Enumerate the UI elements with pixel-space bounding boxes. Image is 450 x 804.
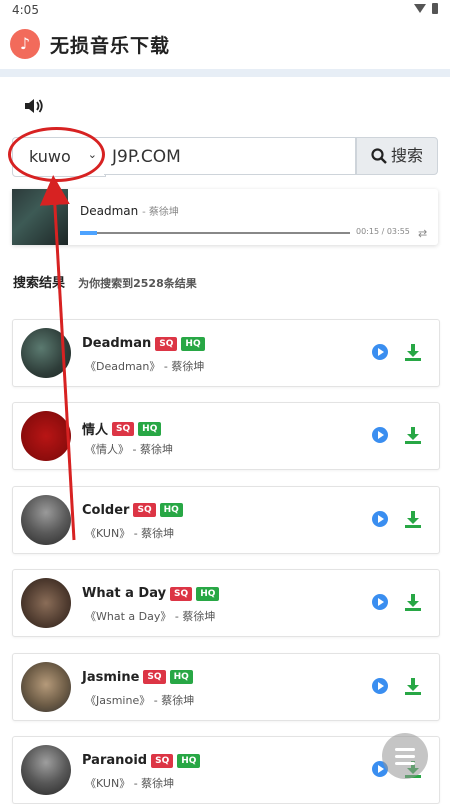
repeat-icon[interactable]: ⇄	[418, 227, 427, 240]
sq-badge[interactable]: SQ	[112, 421, 135, 436]
player-progress-bar[interactable]	[80, 231, 350, 235]
search-button[interactable]: 搜索	[356, 137, 438, 175]
song-title: Deadman	[82, 336, 152, 351]
song-card[interactable]: 情人 SQ HQ 《情人》 - 蔡徐坤	[12, 402, 440, 471]
status-bar: 4:05	[0, 0, 450, 22]
song-meta: 《Deadman》 - 蔡徐坤	[85, 360, 205, 373]
wifi-icon	[414, 4, 426, 13]
play-icon[interactable]	[372, 344, 388, 360]
floating-menu-button[interactable]	[382, 733, 428, 779]
download-icon[interactable]	[403, 342, 423, 362]
player-cover-art	[12, 189, 68, 245]
song-card[interactable]: Deadman SQ HQ 《Deadman》 - 蔡徐坤	[12, 319, 440, 387]
chevron-down-icon: ⌄	[87, 148, 97, 161]
sq-badge[interactable]: SQ	[170, 586, 193, 601]
song-meta: 《What a Day》 - 蔡徐坤	[85, 610, 216, 624]
results-title: 搜索结果	[13, 276, 66, 291]
album-cover	[21, 328, 71, 378]
play-icon[interactable]	[372, 594, 388, 611]
sq-badge[interactable]: SQ	[133, 503, 156, 518]
song-title-row: Deadman SQ HQ	[82, 336, 205, 351]
play-icon[interactable]	[372, 510, 388, 527]
song-title: 情人	[82, 423, 109, 439]
player-artist: 蔡徐坤	[148, 207, 179, 218]
volume-icon[interactable]	[24, 98, 44, 114]
album-cover	[21, 494, 71, 545]
header-divider	[0, 69, 450, 77]
song-title: Paranoid	[82, 753, 148, 768]
song-title-row: 情人 SQ HQ	[82, 419, 162, 439]
search-bar: kuwo ⌄ J9P.COM 搜索	[12, 137, 438, 177]
album-cover	[21, 411, 71, 462]
play-icon[interactable]	[372, 677, 388, 694]
music-note-icon: ♪	[10, 29, 40, 59]
hq-badge[interactable]: HQ	[159, 503, 183, 518]
app-title: 无损音乐下载	[50, 35, 171, 57]
player-track: Deadman - 蔡徐坤	[80, 204, 179, 218]
source-select[interactable]: kuwo ⌄	[12, 137, 106, 177]
download-icon[interactable]	[403, 592, 423, 612]
song-card[interactable]: What a Day SQ HQ 《What a Day》 - 蔡徐坤	[12, 569, 440, 638]
album-cover	[21, 578, 71, 629]
album-cover	[21, 745, 71, 795]
hq-badge[interactable]: HQ	[169, 670, 193, 685]
song-meta: 《KUN》 - 蔡徐坤	[85, 526, 175, 540]
results-header: 搜索结果 为你搜索到2528条结果	[13, 272, 197, 291]
download-icon[interactable]	[403, 425, 423, 445]
song-card[interactable]: Colder SQ HQ 《KUN》 - 蔡徐坤	[12, 485, 440, 554]
song-card[interactable]: Jasmine SQ HQ 《Jasmine》 - 蔡徐坤	[12, 652, 440, 721]
player-title: Deadman	[80, 204, 139, 218]
sq-badge[interactable]: SQ	[143, 670, 166, 685]
hq-badge[interactable]: HQ	[177, 753, 201, 768]
song-card[interactable]: Paranoid SQ HQ 《KUN》 - 蔡徐坤	[12, 736, 440, 804]
song-title-row: Paranoid SQ HQ	[82, 753, 201, 768]
battery-icon	[432, 3, 438, 14]
song-title-row: What a Day SQ HQ	[82, 586, 220, 602]
results-count: 为你搜索到2528条结果	[78, 277, 197, 290]
song-meta: 《Jasmine》 - 蔡徐坤	[85, 693, 195, 707]
status-icons	[414, 3, 438, 14]
search-button-label: 搜索	[390, 146, 423, 165]
sq-badge[interactable]: SQ	[151, 753, 174, 768]
hq-badge[interactable]: HQ	[181, 336, 205, 351]
app-bar: ♪ 无损音乐下载	[0, 22, 450, 66]
hq-badge[interactable]: HQ	[196, 586, 220, 601]
sq-badge[interactable]: SQ	[155, 336, 178, 351]
download-icon[interactable]	[403, 509, 423, 529]
song-title-row: Colder SQ HQ	[82, 503, 183, 518]
song-meta: 《KUN》 - 蔡徐坤	[85, 777, 175, 790]
search-input[interactable]: J9P.COM	[104, 137, 356, 175]
album-cover	[21, 661, 71, 712]
hq-badge[interactable]: HQ	[138, 421, 162, 436]
song-meta: 《情人》 - 蔡徐坤	[85, 443, 173, 457]
song-title: What a Day	[82, 586, 167, 602]
source-select-value: kuwo	[29, 147, 71, 166]
player-progress-fill	[80, 231, 98, 235]
song-title-row: Jasmine SQ HQ	[82, 670, 193, 685]
download-icon[interactable]	[403, 676, 423, 696]
status-time: 4:05	[12, 3, 39, 17]
search-icon	[371, 148, 387, 164]
song-title: Colder	[82, 502, 130, 518]
song-title: Jasmine	[82, 669, 140, 685]
play-icon[interactable]	[372, 427, 388, 444]
mini-player[interactable]: Deadman - 蔡徐坤 00:15 / 03:55 ⇄	[12, 189, 438, 245]
player-time: 00:15 / 03:55	[356, 227, 410, 236]
